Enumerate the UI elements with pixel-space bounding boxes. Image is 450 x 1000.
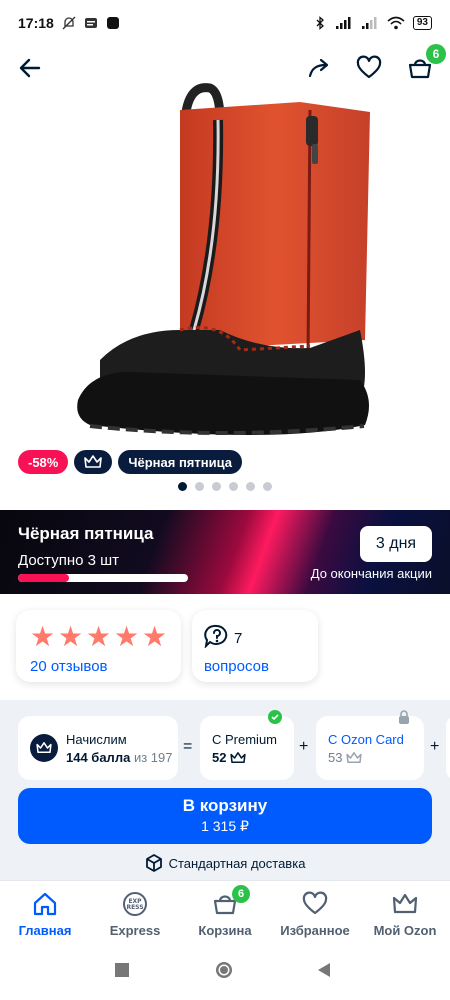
gallery-dot[interactable] [246, 482, 255, 491]
bluetooth-icon [316, 16, 324, 30]
accrue-of: из 197 [133, 750, 173, 765]
ozon-card-points-value: 53 [328, 750, 343, 765]
add-to-cart-label: В корзину [182, 796, 268, 815]
star-icon: ★ [114, 621, 140, 652]
stock-progress-fill [18, 574, 69, 582]
star-icon: ★ [58, 621, 84, 652]
tab-home-label: Главная [18, 923, 72, 938]
crown-icon [392, 893, 418, 914]
signal-icon [335, 17, 351, 29]
bell-muted-icon [62, 16, 76, 30]
crown-icon [84, 455, 103, 468]
check-icon [268, 710, 282, 724]
questions-card[interactable]: 7 вопросов [192, 610, 318, 682]
plus-sign-2: + [430, 738, 440, 755]
wifi-icon [387, 16, 405, 30]
question-bubble-icon [204, 624, 228, 648]
rating-card[interactable]: ★ ★ ★ ★ ★ 20 отзывов [16, 610, 181, 682]
tab-express[interactable]: EXP RESS Express [90, 887, 180, 941]
heart-icon [302, 891, 328, 915]
tab-my-ozon[interactable]: Мой Ozon [360, 887, 450, 941]
status-bar: 17:18 93 [0, 0, 450, 46]
gallery-dot[interactable] [195, 482, 204, 491]
promo-title: Чёрная пятница [18, 524, 154, 543]
gallery-dot[interactable] [178, 482, 187, 491]
add-to-cart-price: 1 315 ₽ [201, 818, 249, 834]
tab-cart-badge: 6 [232, 885, 250, 903]
accrue-points: 144 балла из 197 [66, 750, 172, 765]
black-friday-badge: Чёрная пятница [118, 450, 242, 474]
home-icon [33, 892, 57, 916]
premium-label: С Premium [212, 732, 278, 747]
rating-stars: ★ ★ ★ ★ ★ [30, 621, 168, 652]
tab-favorites-label: Избранное [280, 923, 350, 938]
premium-points: 52 [212, 750, 247, 765]
tab-my-ozon-label: Мой Ozon [373, 923, 437, 938]
crown-icon [230, 751, 247, 763]
product-badges: -58% Чёрная пятница [18, 450, 242, 474]
star-icon: ★ [30, 621, 56, 652]
gallery-dot[interactable] [212, 482, 221, 491]
share-arrow-icon [308, 58, 329, 78]
questions-count: 7 [234, 630, 243, 647]
express-icon: EXPRESS [123, 892, 147, 916]
gallery-dot[interactable] [263, 482, 272, 491]
home-circle-icon[interactable] [214, 960, 234, 980]
bottom-tab-bar: Главная EXP RESS Express 6 Корзина Избран… [0, 880, 450, 944]
star-icon: ★ [86, 621, 112, 652]
star-icon: ★ [142, 621, 168, 652]
lock-icon [399, 710, 409, 724]
ozon-card-card[interactable]: С Ozon Card 53 [316, 716, 424, 780]
ozon-card-points: 53 [328, 750, 363, 765]
plus-sign: + [299, 738, 309, 755]
cart-count-badge: 6 [426, 44, 446, 64]
premium-badge [74, 450, 113, 474]
crown-icon [346, 751, 363, 763]
box-icon [145, 854, 162, 872]
accrue-points-card[interactable]: Начислим 144 балла из 197 [18, 716, 178, 780]
back-button[interactable] [14, 52, 46, 84]
promo-until-text: До окончания акции [310, 566, 432, 581]
discount-badge: -58% [18, 450, 69, 474]
app-notification-icon [106, 17, 119, 29]
battery-level: 93 [412, 16, 432, 30]
recents-icon[interactable] [114, 962, 130, 978]
signal-icon-2 [361, 17, 377, 29]
tab-favorites[interactable]: Избранное [270, 887, 360, 941]
promo-stock-text: Доступно 3 шт [18, 552, 120, 569]
message-icon [84, 18, 97, 28]
arrow-left-icon [19, 58, 41, 78]
add-to-cart-button[interactable]: В корзину 1 315 ₽ [18, 788, 432, 844]
premium-points-value: 52 [212, 750, 227, 765]
more-bonus-card[interactable] [446, 716, 450, 780]
cart-button[interactable]: 6 [404, 44, 446, 84]
status-time: 17:18 [18, 15, 54, 31]
heart-icon [356, 55, 382, 79]
premium-card[interactable]: С Premium 52 [200, 716, 294, 780]
back-triangle-icon[interactable] [316, 962, 332, 978]
product-image[interactable] [70, 80, 380, 450]
gallery-dot[interactable] [229, 482, 238, 491]
accrue-label: Начислим [66, 732, 127, 747]
tab-home[interactable]: Главная [0, 887, 90, 941]
tab-cart[interactable]: 6 Корзина [180, 885, 270, 941]
equals-sign: = [183, 738, 193, 755]
ozon-card-label: С Ozon Card [328, 732, 404, 747]
tab-express-label: Express [109, 923, 161, 938]
svg-text:RESS: RESS [126, 904, 143, 911]
delivery-text: Стандартная доставка [168, 855, 306, 871]
gallery-pagination [0, 482, 450, 491]
system-nav-bar [0, 944, 450, 1000]
delivery-info[interactable]: Стандартная доставка [0, 850, 450, 876]
questions-link[interactable]: вопросов [204, 658, 269, 675]
accrue-points-value: 144 балла [66, 750, 131, 765]
tab-cart-label: Корзина [198, 923, 252, 938]
crown-icon [36, 742, 52, 754]
days-left-chip: 3 дня [360, 526, 432, 562]
promo-banner[interactable]: Чёрная пятница Доступно 3 шт 3 дня До ок… [0, 510, 450, 594]
crown-badge [30, 734, 58, 762]
stock-progress-bar [18, 574, 188, 582]
reviews-link[interactable]: 20 отзывов [30, 658, 108, 675]
reviews-section: ★ ★ ★ ★ ★ 20 отзывов 7 вопросов [0, 604, 450, 694]
